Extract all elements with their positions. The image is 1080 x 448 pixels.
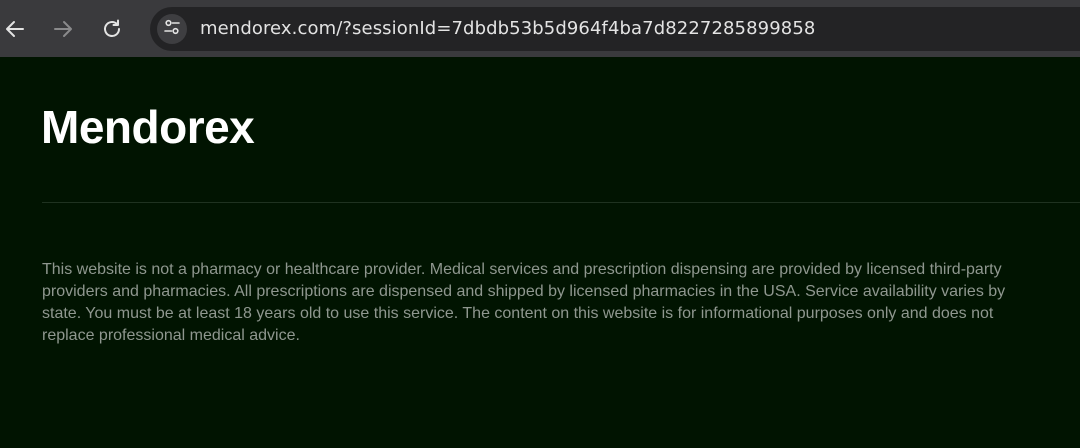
back-button[interactable] <box>0 14 30 44</box>
site-logo[interactable]: Mendorex <box>41 101 255 153</box>
address-bar[interactable]: mendorex.com/?sessionId=7dbdb53b5d964f4b… <box>150 7 1080 51</box>
site-settings-button[interactable] <box>157 14 187 44</box>
tune-icon <box>163 18 181 41</box>
reload-button[interactable] <box>97 14 127 44</box>
browser-toolbar: mendorex.com/?sessionId=7dbdb53b5d964f4b… <box>0 0 1080 57</box>
page-content: Mendorex This website is not a pharmacy … <box>0 57 1080 448</box>
url-text[interactable]: mendorex.com/?sessionId=7dbdb53b5d964f4b… <box>200 18 815 40</box>
reload-icon <box>101 18 123 40</box>
disclaimer-text: This website is not a pharmacy or health… <box>42 261 1006 344</box>
forward-button[interactable] <box>48 14 78 44</box>
divider <box>42 202 1080 203</box>
arrow-right-icon <box>52 18 74 40</box>
arrow-left-icon <box>4 18 26 40</box>
